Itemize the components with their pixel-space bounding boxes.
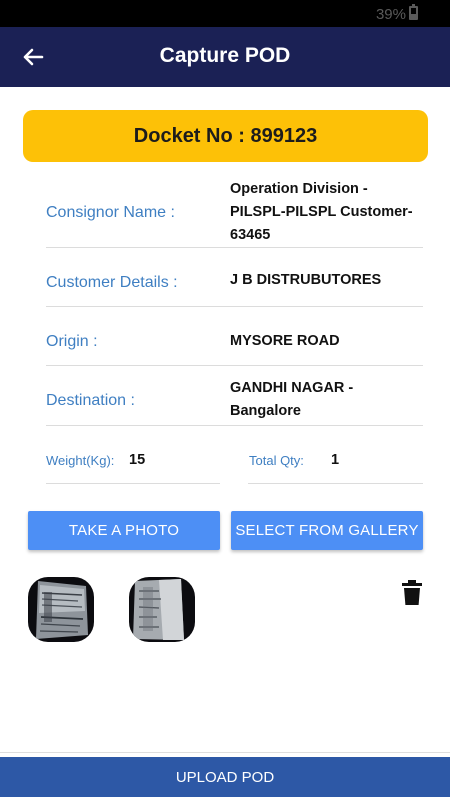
customer-details-value: J B DISTRUBUTORES xyxy=(230,272,382,288)
battery-icon xyxy=(409,4,418,20)
weight-field[interactable]: Weight(Kg): 15 xyxy=(46,440,220,484)
total-qty-field[interactable]: Total Qty: 1 xyxy=(248,440,423,484)
destination-row: Destination : GANDHI NAGAR - Bangalore xyxy=(46,366,423,426)
weight-value: 15 xyxy=(129,452,146,468)
weight-label: Weight(Kg): xyxy=(46,453,115,468)
trash-icon[interactable] xyxy=(400,580,424,606)
customer-details-row: Customer Details : J B DISTRUBUTORES xyxy=(46,248,423,307)
take-photo-button[interactable]: TAKE A PHOTO xyxy=(28,511,220,550)
pod-photo-thumbnail[interactable] xyxy=(129,577,195,642)
consignor-label: Consignor Name : xyxy=(46,204,175,221)
origin-value: MYSORE ROAD xyxy=(230,333,340,349)
destination-value: GANDHI NAGAR - Bangalore xyxy=(230,380,354,419)
destination-label: Destination : xyxy=(46,392,135,409)
app-bar: Capture POD xyxy=(0,27,450,87)
customer-details-label: Customer Details : xyxy=(46,274,178,291)
upload-pod-button[interactable]: UPLOAD POD xyxy=(0,757,450,797)
consignor-value: Operation Division - PILSPL-PILSPL Custo… xyxy=(230,181,413,243)
status-bar: 39% xyxy=(0,0,450,27)
page-title: Capture POD xyxy=(159,44,291,67)
total-qty-label: Total Qty: xyxy=(249,453,304,468)
origin-row: Origin : MYSORE ROAD xyxy=(46,307,423,366)
select-from-gallery-button[interactable]: SELECT FROM GALLERY xyxy=(231,511,423,550)
divider xyxy=(0,752,450,753)
pod-photo-thumbnail[interactable] xyxy=(28,577,94,642)
consignor-row: Consignor Name : Operation Division - PI… xyxy=(46,176,423,248)
docket-number: Docket No : 899123 xyxy=(133,124,318,147)
docket-number-banner: Docket No : 899123 xyxy=(23,110,428,162)
origin-label: Origin : xyxy=(46,333,98,350)
battery-percentage: 39% xyxy=(375,6,406,23)
total-qty-value: 1 xyxy=(331,452,340,468)
